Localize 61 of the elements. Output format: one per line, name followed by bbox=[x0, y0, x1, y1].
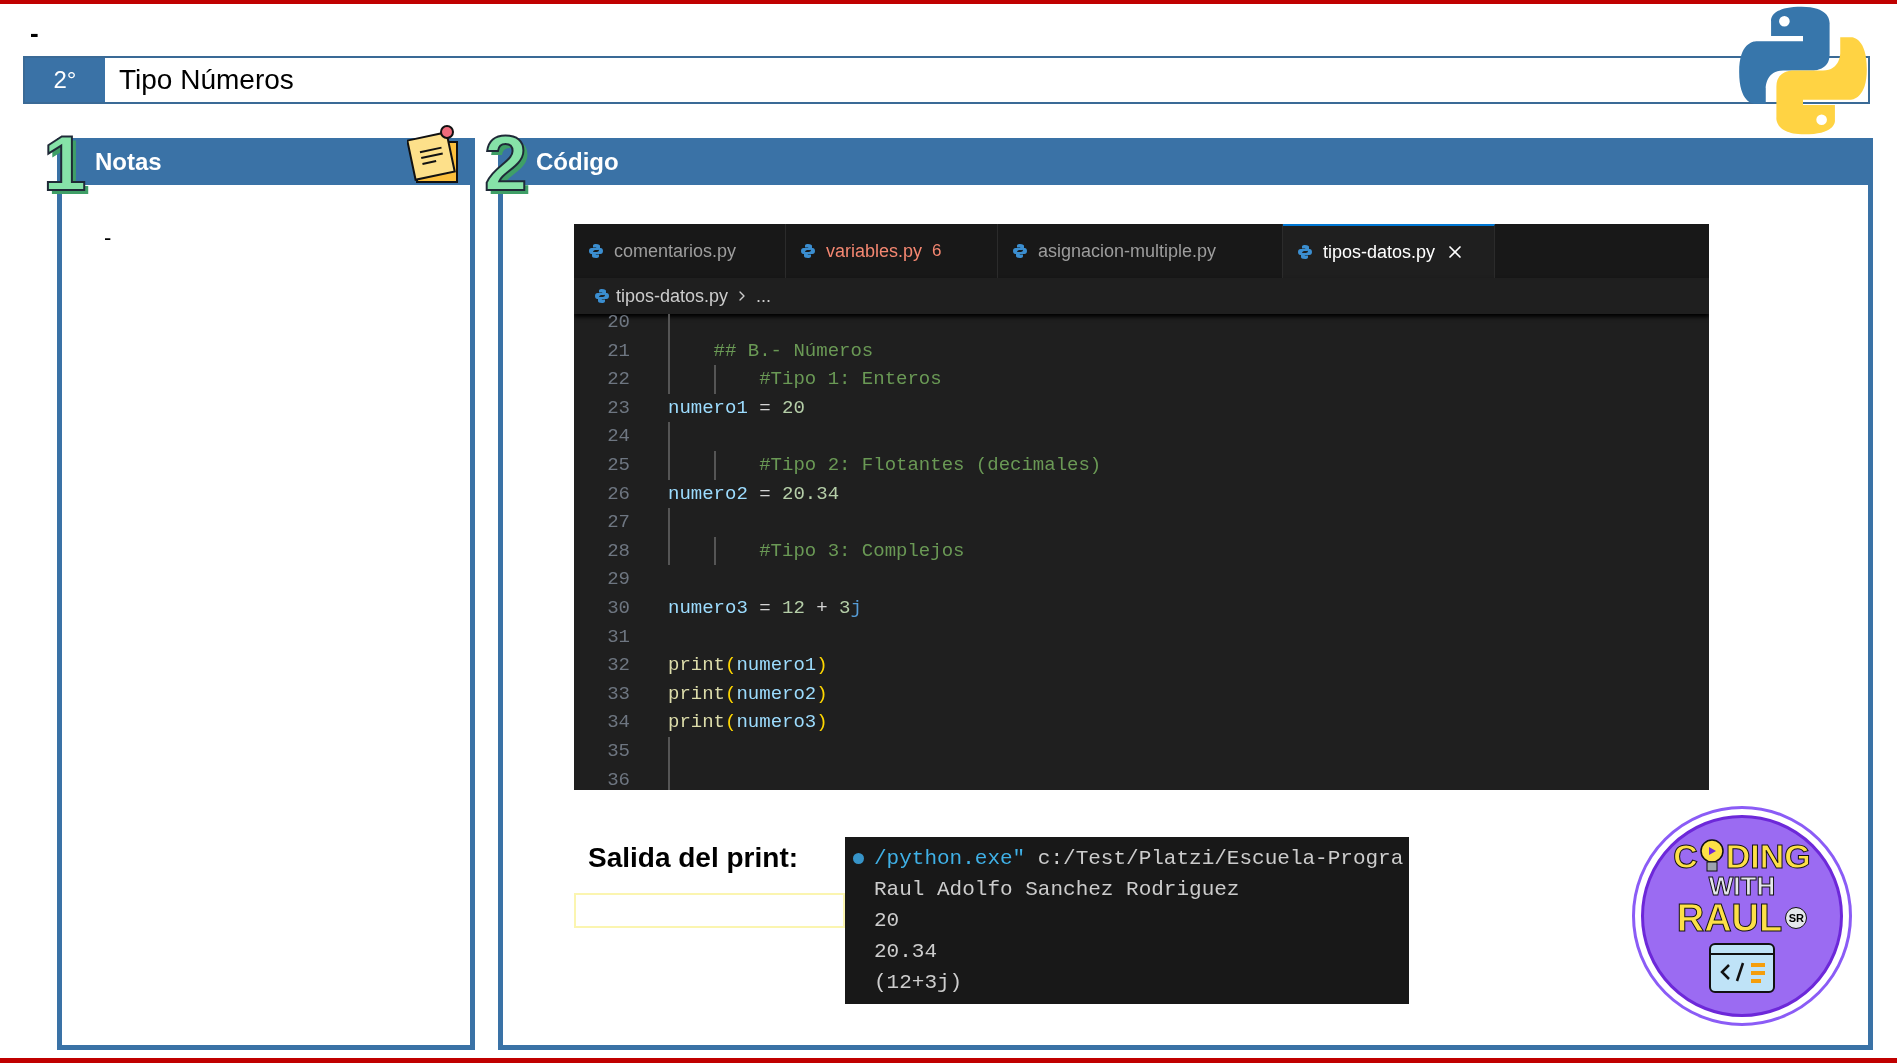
line-number: 20 bbox=[606, 314, 630, 335]
line-number: 35 bbox=[606, 738, 630, 764]
topic-title: Tipo Números bbox=[118, 63, 294, 97]
line-number: 33 bbox=[606, 681, 630, 707]
tab-label: tipos-datos.py bbox=[1323, 240, 1436, 264]
line-number: 31 bbox=[606, 624, 630, 650]
logo-badge: SR bbox=[1785, 907, 1808, 929]
panel-title: Notas bbox=[95, 146, 162, 177]
editor-tab[interactable]: tipos-datos.py bbox=[1283, 224, 1495, 278]
line-number: 26 bbox=[606, 481, 630, 507]
tab-label: variables.py bbox=[826, 239, 923, 263]
breadcrumb-item[interactable]: tipos-datos.py bbox=[616, 282, 729, 310]
code-line: numero1 = 20 bbox=[668, 395, 805, 421]
tab-label: comentarios.py bbox=[614, 239, 737, 263]
line-number: 21 bbox=[606, 338, 630, 364]
problem-count: 6 bbox=[932, 240, 942, 263]
logo-text: C bbox=[1673, 839, 1698, 873]
editor-tab[interactable]: variables.py 6 bbox=[786, 224, 998, 278]
terminal-command: /python.exe" c:/Test/Platzi/Escuela-Progra bbox=[874, 846, 1404, 872]
code-line: #Tipo 3: Complejos bbox=[758, 538, 965, 564]
line-number: 24 bbox=[606, 424, 630, 450]
logo-text: WITH bbox=[1708, 873, 1776, 899]
python-file-icon bbox=[1297, 244, 1313, 260]
line-number: 27 bbox=[606, 510, 630, 536]
breadcrumb-item[interactable]: ... bbox=[756, 282, 772, 310]
python-file-icon bbox=[588, 243, 604, 259]
python-file-icon bbox=[800, 243, 816, 259]
code-line: print(numero1) bbox=[668, 653, 828, 679]
code-line: #Tipo 2: Flotantes (decimales) bbox=[758, 452, 1102, 478]
line-number: 32 bbox=[606, 653, 630, 679]
line-number: 23 bbox=[606, 395, 630, 421]
terminal-output-line: 20.34 bbox=[873, 939, 937, 965]
line-number: 34 bbox=[606, 710, 630, 736]
note-text: - bbox=[104, 225, 112, 250]
python-file-icon bbox=[1012, 243, 1028, 259]
panel-title: Código bbox=[536, 146, 619, 177]
code-line: print(numero2) bbox=[668, 681, 828, 707]
output-label: Salida del print: bbox=[587, 841, 800, 875]
code-window-icon bbox=[1709, 943, 1775, 993]
terminal-output-line: 20 bbox=[873, 908, 900, 934]
code-line: numero2 = 20.34 bbox=[668, 481, 840, 507]
code-line: print(numero3) bbox=[668, 710, 828, 736]
logo-text: RAUL bbox=[1676, 899, 1783, 937]
editor-tab[interactable]: comentarios.py bbox=[574, 224, 786, 278]
logo-text: DING bbox=[1725, 839, 1811, 873]
top-note: - bbox=[30, 18, 39, 48]
line-number: 36 bbox=[606, 767, 630, 790]
line-number: 29 bbox=[606, 567, 630, 593]
line-number: 25 bbox=[606, 452, 630, 478]
tab-label: asignacion-multiple.py bbox=[1038, 239, 1217, 263]
code-line: numero3 = 12 + 3j bbox=[668, 595, 862, 621]
code-line: #Tipo 1: Enteros bbox=[758, 367, 942, 393]
line-number: 28 bbox=[606, 538, 630, 564]
topic-number: 2° bbox=[25, 58, 105, 102]
code-line: ## B.- Números bbox=[712, 338, 874, 364]
terminal-output-line: (12+3j) bbox=[873, 970, 963, 996]
line-number: 30 bbox=[606, 595, 630, 621]
lightbulb-icon bbox=[1699, 839, 1724, 873]
terminal-output-line: Raul Adolfo Sanchez Rodriguez bbox=[873, 877, 1240, 903]
line-number: 22 bbox=[606, 367, 630, 393]
python-file-icon bbox=[594, 288, 610, 304]
